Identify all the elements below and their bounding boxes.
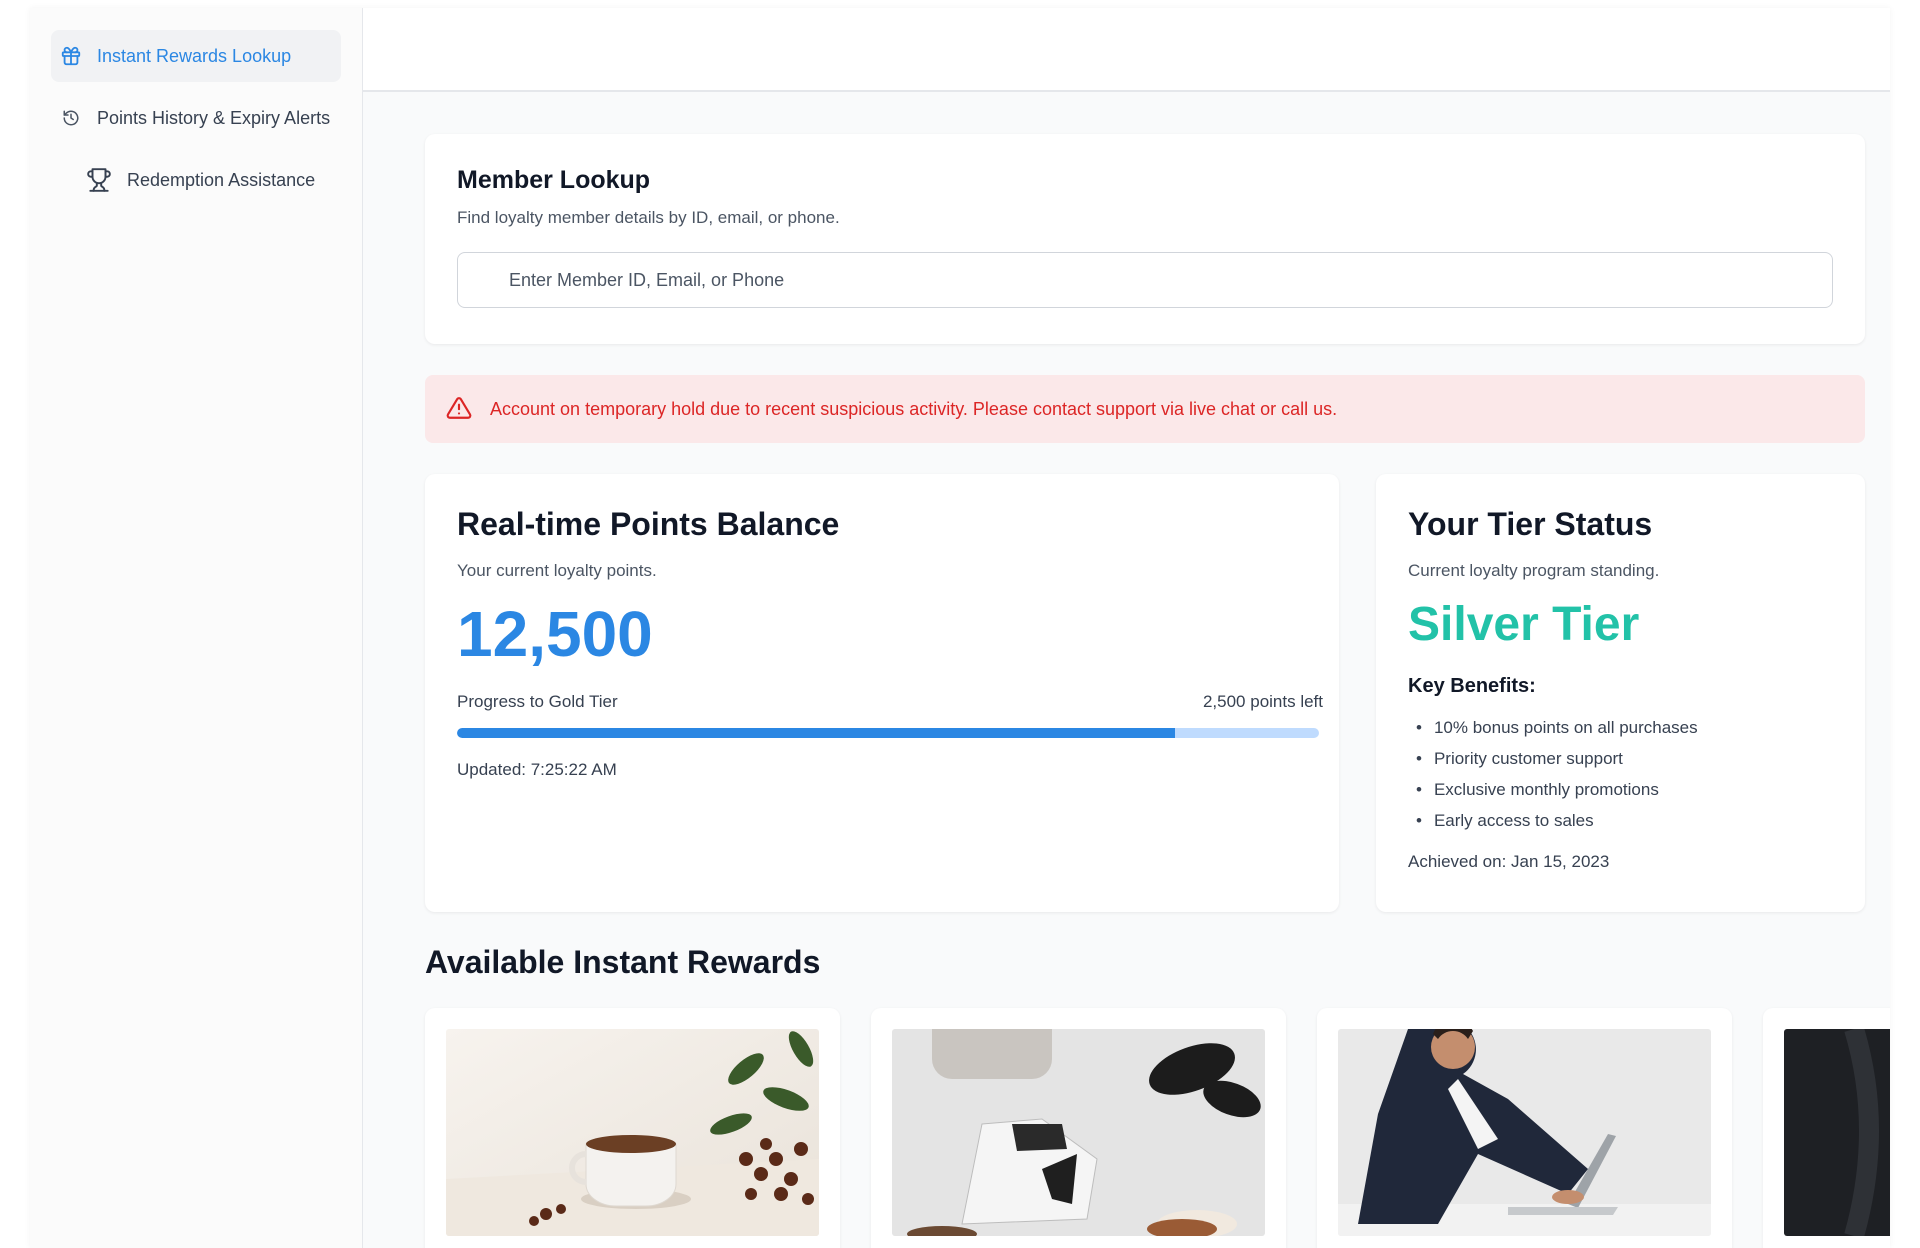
coffee-cup-photo: [446, 1029, 819, 1236]
member-search-input[interactable]: [458, 253, 1832, 307]
account-hold-alert: Account on temporary hold due to recent …: [425, 375, 1865, 443]
progress-label: Progress to Gold Tier: [457, 692, 618, 711]
points-subtitle: Your current loyalty points.: [457, 561, 657, 580]
history-icon: [59, 106, 83, 130]
reward-card[interactable]: [1763, 1008, 1890, 1248]
points-balance-card: Real-time Points Balance Your current lo…: [425, 474, 1339, 912]
tier-achieved-date: Achieved on: Jan 15, 2023: [1408, 852, 1610, 871]
points-balance-value: 12,500: [457, 598, 653, 670]
alert-text: Account on temporary hold due to recent …: [490, 398, 1338, 419]
tier-status-card: Your Tier Status Current loyalty program…: [1376, 474, 1865, 912]
dark-product-photo: [1784, 1029, 1890, 1236]
benefit-item: Early access to sales: [1408, 805, 1833, 836]
sidebar-item-redemption-assistance[interactable]: Redemption Assistance: [51, 154, 341, 206]
content: Member Lookup Find loyalty member detail…: [425, 134, 1890, 1248]
gift-icon: [59, 44, 83, 68]
member-lookup-card: Member Lookup Find loyalty member detail…: [425, 134, 1865, 344]
top-bar: [363, 8, 1890, 92]
benefit-item: 10% bonus points on all purchases: [1408, 712, 1833, 743]
points-title: Real-time Points Balance: [457, 506, 840, 542]
member-lookup-subtitle: Find loyalty member details by ID, email…: [457, 208, 840, 227]
sidebar: Instant Rewards Lookup Points History & …: [30, 8, 363, 1248]
main-area: Member Lookup Find loyalty member detail…: [363, 8, 1890, 1248]
reward-card[interactable]: [1317, 1008, 1732, 1248]
rewards-grid: [425, 1008, 1890, 1248]
tier-progress-bar: [457, 728, 1319, 738]
sidebar-item-label: Points History & Expiry Alerts: [97, 107, 331, 128]
rewards-section-title: Available Instant Rewards: [425, 944, 821, 980]
warning-icon: [446, 395, 474, 423]
member-lookup-title: Member Lookup: [457, 166, 651, 194]
member-search-box: [457, 252, 1833, 308]
app-window: Instant Rewards Lookup Points History & …: [30, 8, 1890, 1248]
trophy-icon: [85, 166, 113, 194]
tier-name: Silver Tier: [1408, 598, 1640, 651]
benefits-list: 10% bonus points on all purchases Priori…: [1408, 712, 1833, 836]
updated-timestamp: Updated: 7:25:22 AM: [457, 760, 617, 779]
benefits-heading: Key Benefits:: [1408, 675, 1536, 697]
benefit-item: Exclusive monthly promotions: [1408, 774, 1833, 805]
sidebar-item-points-history[interactable]: Points History & Expiry Alerts: [51, 92, 341, 144]
benefit-item: Priority customer support: [1408, 743, 1833, 774]
sidebar-item-label: Instant Rewards Lookup: [97, 45, 292, 66]
bag-and-shoes-photo: [892, 1029, 1265, 1236]
sidebar-item-instant-rewards-lookup[interactable]: Instant Rewards Lookup: [51, 30, 341, 82]
tier-subtitle: Current loyalty program standing.: [1408, 561, 1660, 580]
reward-card[interactable]: [871, 1008, 1286, 1248]
reward-card[interactable]: [425, 1008, 840, 1248]
tier-title: Your Tier Status: [1408, 506, 1653, 542]
tier-progress-fill: [457, 728, 1176, 738]
status-row: Real-time Points Balance Your current lo…: [425, 474, 1865, 912]
man-with-laptop-photo: [1338, 1029, 1711, 1236]
points-left: 2,500 points left: [1202, 692, 1323, 711]
progress-header: Progress to Gold Tier 2,500 points left: [457, 692, 1323, 712]
sidebar-item-label: Redemption Assistance: [127, 169, 316, 190]
